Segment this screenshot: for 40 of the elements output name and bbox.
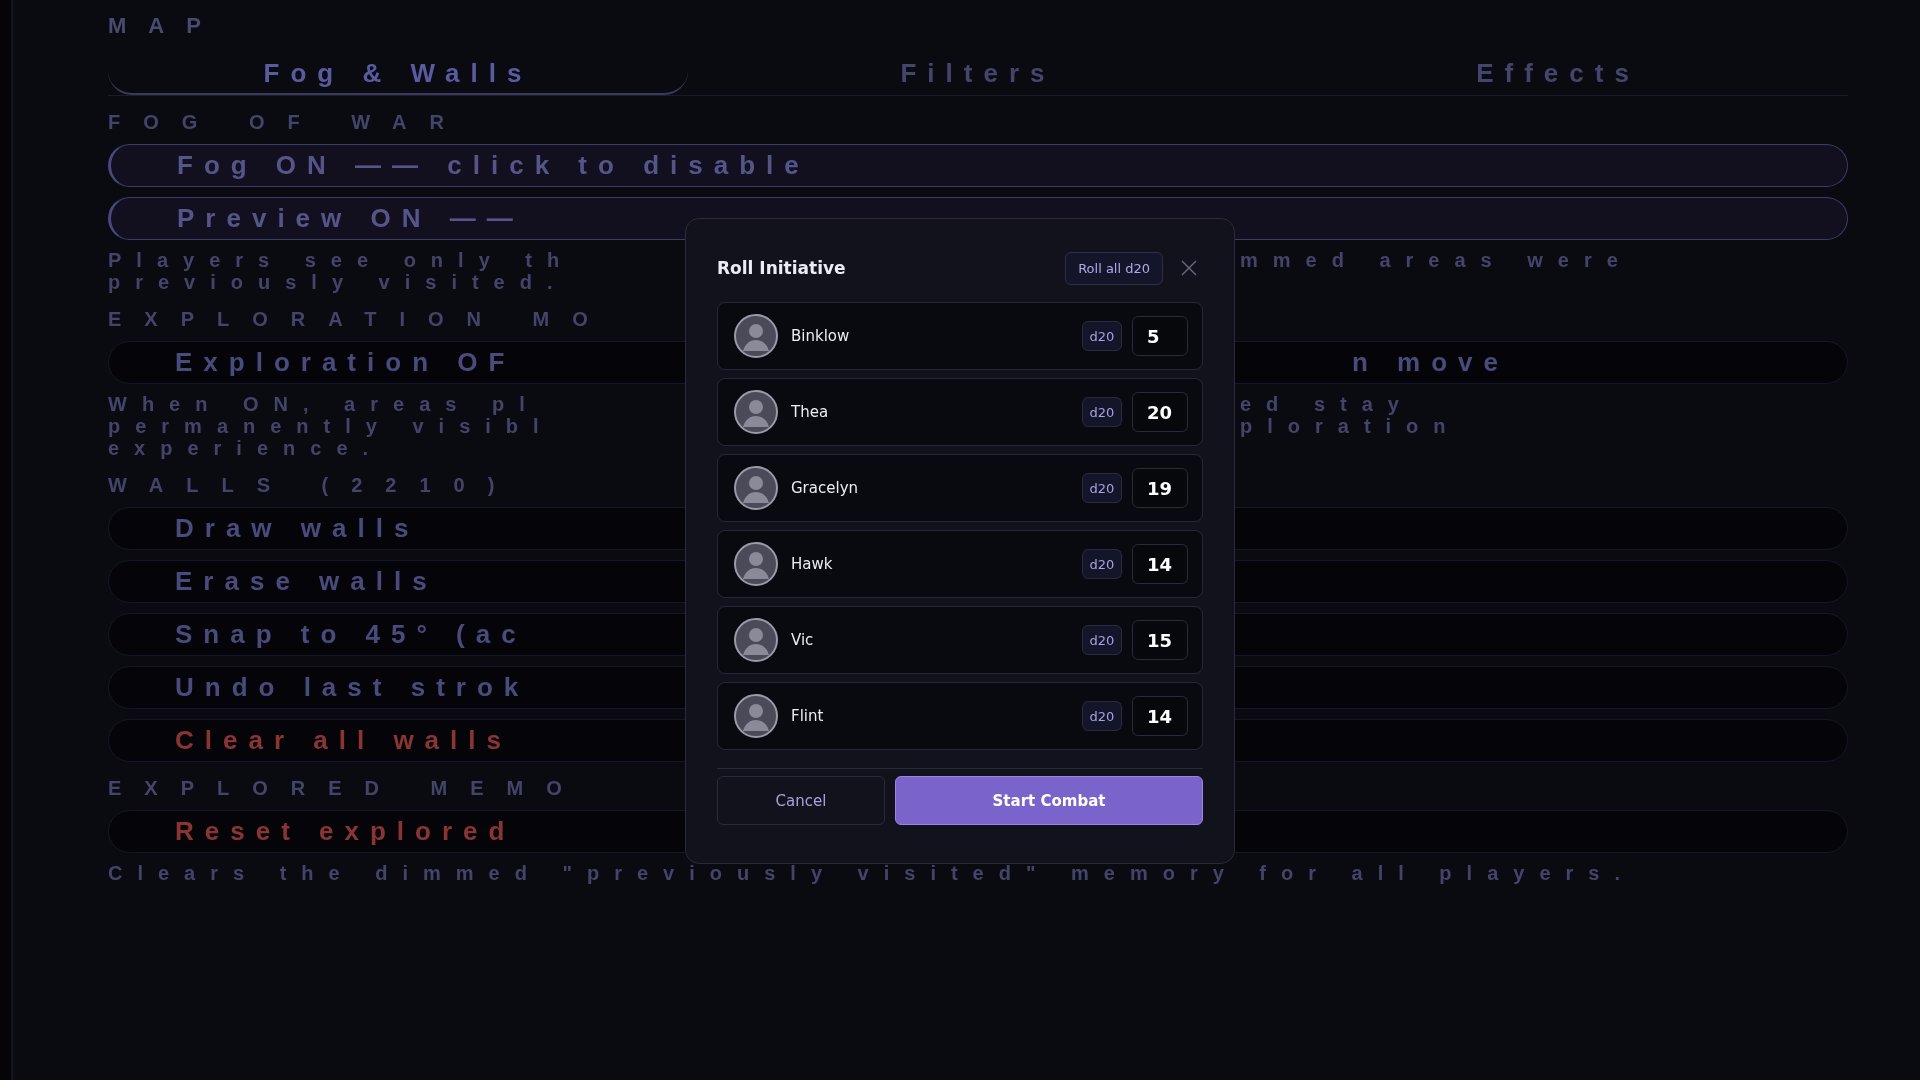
avatar (734, 694, 778, 738)
help-text: mmed areas were (1240, 249, 1634, 271)
roll-die-button[interactable]: d20 (1082, 625, 1122, 655)
initiative-field[interactable]: 5 (1132, 316, 1188, 356)
help-text: Players see only th previously visited. (108, 249, 576, 293)
close-icon[interactable] (1181, 260, 1197, 276)
initiative-field[interactable]: 20 (1132, 392, 1188, 432)
combatant-name: Vic (791, 631, 815, 649)
button-label: n move (1351, 347, 1511, 378)
combatant-name: Gracelyn (791, 479, 859, 497)
roll-all-button[interactable]: Roll all d20 (1065, 251, 1163, 285)
initiative-field[interactable]: 14 (1132, 544, 1188, 584)
roll-die-button[interactable]: d20 (1082, 397, 1122, 427)
section-title: FOG OF WAR (108, 110, 467, 134)
section-title: WALLS (2210) (108, 473, 518, 497)
initiative-field[interactable]: 19 (1132, 468, 1188, 508)
roll-die-button[interactable]: d20 (1082, 701, 1122, 731)
help-text: When ON, areas pl permanently visibl experience. (108, 393, 555, 459)
avatar (734, 466, 778, 510)
page-heading: MAP (108, 13, 223, 39)
avatar (734, 542, 778, 586)
cancel-button[interactable]: Cancel (717, 776, 885, 825)
help-text: Clears the dimmed "previously visited" memory for all players. (108, 862, 1636, 884)
help-text: ed stay ploration (1240, 393, 1462, 437)
dialog-title: Roll Initiative (717, 258, 846, 278)
combatant-name: Flint (791, 707, 825, 725)
combatant-name: Thea (791, 403, 830, 421)
roll-die-button[interactable]: d20 (1082, 473, 1122, 503)
avatar (734, 314, 778, 358)
avatar (734, 390, 778, 434)
start-combat-button[interactable]: Start Combat (895, 776, 1203, 825)
avatar (734, 618, 778, 662)
combatant-name: Hawk (791, 555, 834, 573)
roll-die-button[interactable]: d20 (1082, 321, 1122, 351)
section-title: EXPLORED MEMO (108, 776, 585, 800)
roll-die-button[interactable]: d20 (1082, 549, 1122, 579)
section-title: EXPLORATION MO (108, 307, 611, 331)
combatant-name: Binklow (791, 327, 851, 345)
initiative-field[interactable]: 15 (1132, 620, 1188, 660)
initiative-field[interactable]: 14 (1132, 696, 1188, 736)
